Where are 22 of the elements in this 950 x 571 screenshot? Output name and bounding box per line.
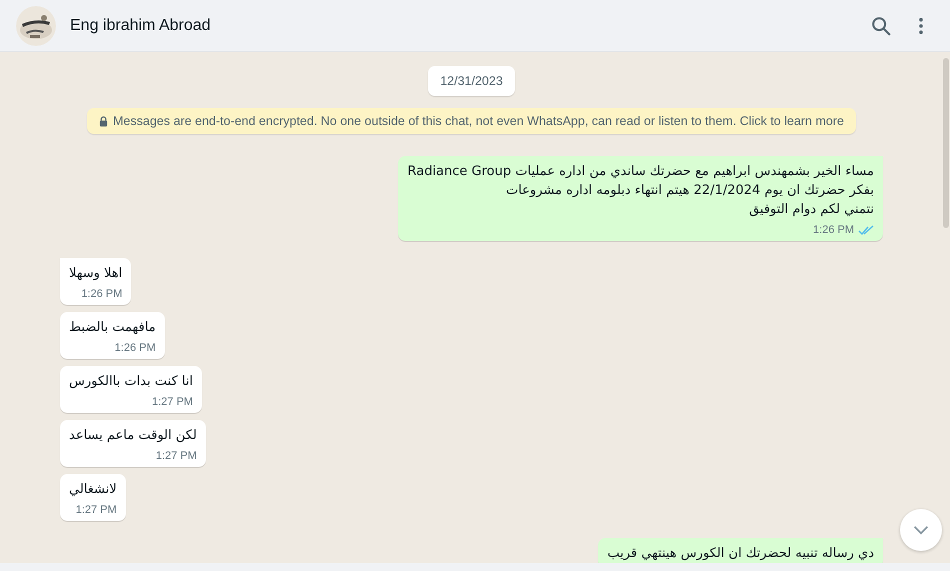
- message-time: 1:26 PM: [813, 224, 854, 236]
- message-time: 1:26 PM: [114, 342, 156, 354]
- encryption-notice[interactable]: Messages are end-to-end encrypted. No one outside of this chat, not even WhatsApp, can read or listen to them. Click to learn more: [87, 108, 856, 134]
- message-time: 1:26 PM: [81, 288, 122, 300]
- message-text: مافهمت بالضبط: [69, 319, 156, 337]
- search-icon[interactable]: [870, 14, 892, 36]
- message-text: لانشغالي: [69, 481, 117, 499]
- menu-icon[interactable]: [918, 16, 924, 34]
- message-text: دي رساله تنبيه لحضرتك ان الكورس هينتهي قريب: [607, 545, 874, 563]
- message-text: لكن الوقت ماعم يساعد: [69, 427, 197, 445]
- message-text: انا كنت بدات باالكورس: [69, 373, 193, 391]
- lock-icon: [99, 116, 108, 126]
- message-time: 1:27 PM: [156, 450, 197, 462]
- message-time: 1:27 PM: [76, 504, 117, 516]
- contact-name[interactable]: Eng ibrahim Abroad: [70, 16, 211, 34]
- date-chip: 12/31/2023: [428, 66, 515, 96]
- message-time: 1:27 PM: [152, 396, 193, 408]
- message-text: مساء الخير بشمهندس ابراهيم مع حضرتك ساندي من اداره عمليات Radiance Group بفكر حضرتك ان يوم 22/1/2024 هيتم انتهاء دبلومه اداره مشروعات نتمني لكم دوام التوفيق: [407, 163, 874, 219]
- notice-text: Messages are end-to-end encrypted. No one outside of this chat, not even WhatsApp, can read or listen to them. Click to learn more: [113, 114, 844, 128]
- scrollbar[interactable]: [943, 58, 949, 228]
- chevron-down-icon: [913, 525, 929, 535]
- message-text: اهلا وسهلا: [69, 265, 122, 283]
